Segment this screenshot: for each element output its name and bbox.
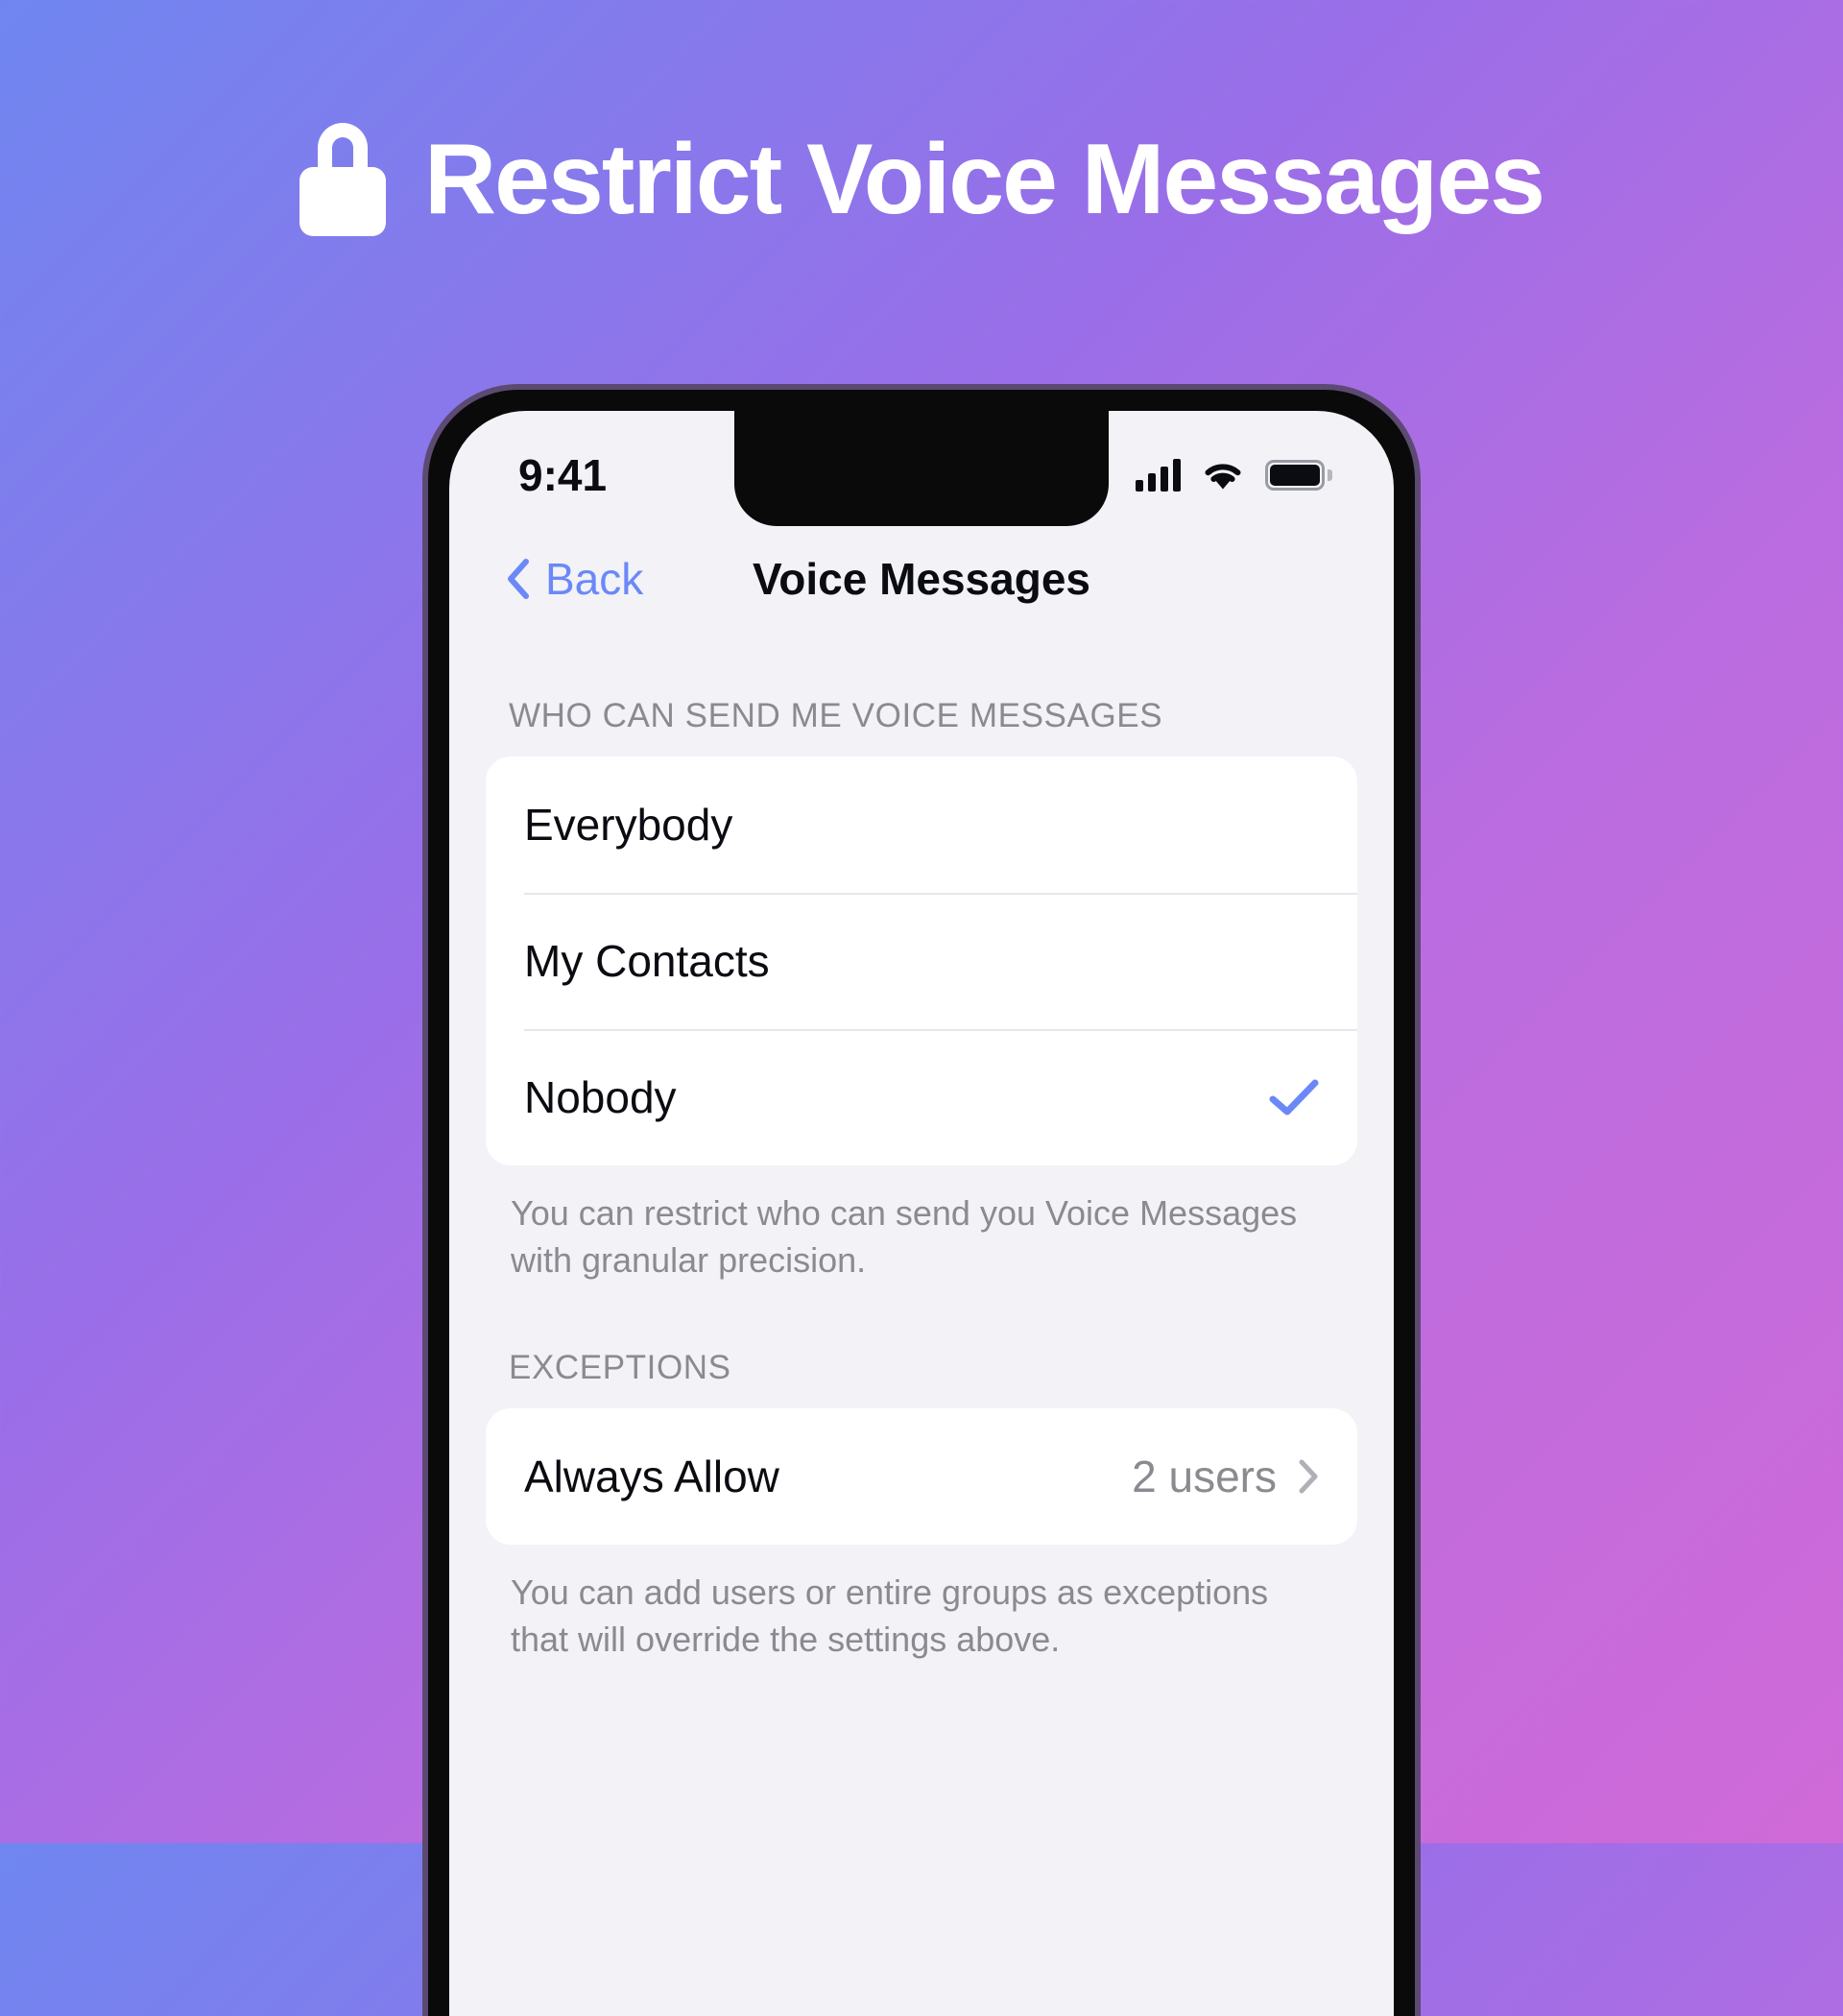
option-row-nobody[interactable]: Nobody bbox=[486, 1029, 1357, 1165]
battery-full-icon bbox=[1265, 460, 1332, 491]
banner-title: Restrict Voice Messages bbox=[424, 124, 1545, 235]
phone-mockup: 9:41 Back Voice Messages WHO CAN SEND ME… bbox=[422, 384, 1421, 2016]
section-header-exceptions: EXCEPTIONS bbox=[509, 1349, 731, 1387]
wifi-icon bbox=[1205, 464, 1241, 490]
back-button-label: Back bbox=[545, 554, 644, 604]
option-label: Nobody bbox=[524, 1072, 677, 1122]
status-icons bbox=[1136, 459, 1332, 492]
option-row-everybody[interactable]: Everybody bbox=[486, 756, 1357, 893]
exceptions-value: 2 users bbox=[1132, 1452, 1277, 1502]
option-label: My Contacts bbox=[524, 936, 770, 986]
chevron-left-icon bbox=[508, 559, 529, 599]
option-label: Everybody bbox=[524, 800, 733, 850]
status-bar: 9:41 bbox=[449, 411, 1394, 526]
chevron-right-icon bbox=[1299, 1459, 1318, 1494]
exceptions-label: Always Allow bbox=[524, 1452, 779, 1502]
nav-bar: Back Voice Messages bbox=[449, 526, 1394, 632]
settings-content: WHO CAN SEND ME VOICE MESSAGES Everybody… bbox=[449, 632, 1394, 2016]
lock-icon bbox=[299, 123, 386, 236]
section-footer-exceptions: You can add users or entire groups as ex… bbox=[511, 1572, 1269, 1659]
status-time: 9:41 bbox=[518, 450, 608, 500]
checkmark-icon bbox=[1269, 1079, 1319, 1116]
back-button[interactable]: Back bbox=[505, 553, 643, 605]
privacy-options-card: Everybody My Contacts Nobody bbox=[486, 756, 1357, 1165]
cellular-signal-icon bbox=[1136, 459, 1181, 492]
section-footer-privacy: You can restrict who can send you Voice … bbox=[511, 1193, 1298, 1280]
option-row-my-contacts[interactable]: My Contacts bbox=[486, 893, 1357, 1029]
section-header-privacy: WHO CAN SEND ME VOICE MESSAGES bbox=[509, 697, 1163, 734]
exceptions-card: Always Allow 2 users bbox=[486, 1408, 1357, 1546]
exceptions-row-always-allow[interactable]: Always Allow 2 users bbox=[486, 1408, 1357, 1545]
phone-screen: 9:41 Back Voice Messages WHO CAN SEND ME… bbox=[449, 411, 1394, 2016]
banner: Restrict Voice Messages bbox=[0, 123, 1843, 236]
